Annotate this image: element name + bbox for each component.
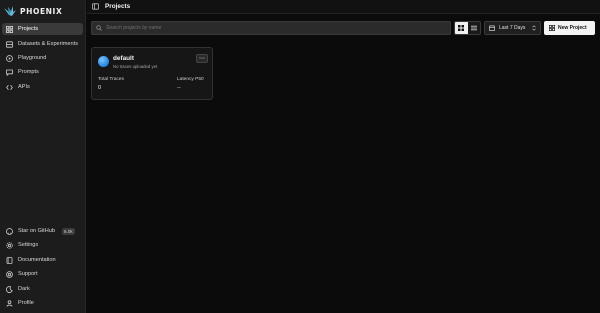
sidebar-item-label: Datasets & Experiments (18, 41, 79, 47)
sidebar-item-apis[interactable]: APIs (2, 81, 83, 93)
search-icon (96, 25, 102, 31)
sidebar-item-profile[interactable]: Profile (2, 297, 83, 309)
grid-view-icon (458, 25, 465, 31)
more-options-button[interactable]: ⋯ (196, 54, 208, 63)
metric-label-total-traces: Total Traces (98, 77, 124, 82)
database-icon (6, 40, 13, 48)
sidebar-item-label: Settings (18, 242, 39, 248)
sidebar-item-label: Projects (18, 26, 39, 32)
sidebar-item-label: Star on GitHub (18, 228, 55, 234)
brand-name: PHOENIX (20, 6, 63, 16)
list-view-button[interactable] (468, 22, 481, 34)
play-circle-icon (6, 54, 13, 62)
metric-value-latency-p50: -- (177, 85, 181, 91)
chevron-updown-icon (532, 25, 536, 31)
page-title: Projects (105, 3, 131, 10)
sidebar-item-datasets[interactable]: Datasets & Experiments (2, 38, 83, 50)
sidebar-item-projects[interactable]: Projects (2, 23, 83, 35)
sidebar: PHOENIX Projects Datasets & Experiments … (0, 0, 86, 313)
gear-icon (6, 241, 13, 249)
sidebar-item-settings[interactable]: Settings (2, 239, 83, 251)
sidebar-item-label: Support (18, 271, 38, 277)
user-icon (6, 299, 13, 307)
sidebar-item-label: Prompts (18, 69, 39, 75)
ellipsis-icon: ⋯ (199, 55, 205, 62)
project-name: default (113, 55, 134, 62)
sidebar-item-prompts[interactable]: Prompts (2, 66, 83, 78)
project-subtitle: No traces uploaded yet (113, 64, 158, 69)
date-range-label: Last 7 Days (499, 25, 526, 31)
sidebar-item-documentation[interactable]: Documentation (2, 254, 83, 266)
github-icon (6, 227, 13, 235)
project-avatar (98, 56, 109, 67)
chat-bubble-icon (6, 69, 13, 76)
moon-icon (6, 285, 13, 293)
sidebar-item-github[interactable]: Star on GitHub 6.0k (2, 225, 83, 237)
book-icon (6, 256, 13, 264)
sidebar-item-label: APIs (18, 84, 30, 90)
sidebar-item-theme[interactable]: Dark (2, 283, 83, 295)
calendar-icon (489, 25, 495, 31)
grid-plus-icon (549, 25, 555, 31)
search-box[interactable] (91, 21, 451, 35)
sidebar-item-label: Dark (18, 286, 30, 292)
phoenix-logo-icon (4, 6, 16, 16)
new-project-button[interactable]: New Project (544, 21, 595, 35)
lifebuoy-icon (6, 270, 13, 278)
metric-value-total-traces: 0 (98, 85, 102, 91)
sidebar-item-label: Profile (18, 300, 34, 306)
view-mode-toggle[interactable] (454, 21, 481, 35)
sidebar-item-label: Documentation (18, 257, 56, 263)
sidebar-item-support[interactable]: Support (2, 268, 83, 280)
metric-label-latency-p50: Latency P50 (177, 77, 204, 82)
project-card[interactable]: default No traces uploaded yet ⋯ Total T… (91, 47, 213, 100)
date-range-picker[interactable]: Last 7 Days (484, 21, 541, 35)
list-view-icon (470, 25, 477, 31)
new-project-label: New Project (558, 25, 587, 31)
sidebar-toggle-icon[interactable] (92, 3, 99, 10)
grid-icon (6, 25, 13, 33)
sidebar-item-label: Playground (18, 55, 47, 61)
sidebar-item-playground[interactable]: Playground (2, 52, 83, 64)
code-brackets-icon (6, 84, 13, 91)
page-header: Projects (87, 0, 600, 14)
star-count-badge: 6.0k (62, 227, 75, 235)
grid-view-button[interactable] (455, 22, 468, 34)
search-input[interactable] (106, 25, 436, 31)
brand[interactable]: PHOENIX (4, 5, 62, 17)
projects-toolbar: Last 7 Days New Project (87, 14, 600, 42)
